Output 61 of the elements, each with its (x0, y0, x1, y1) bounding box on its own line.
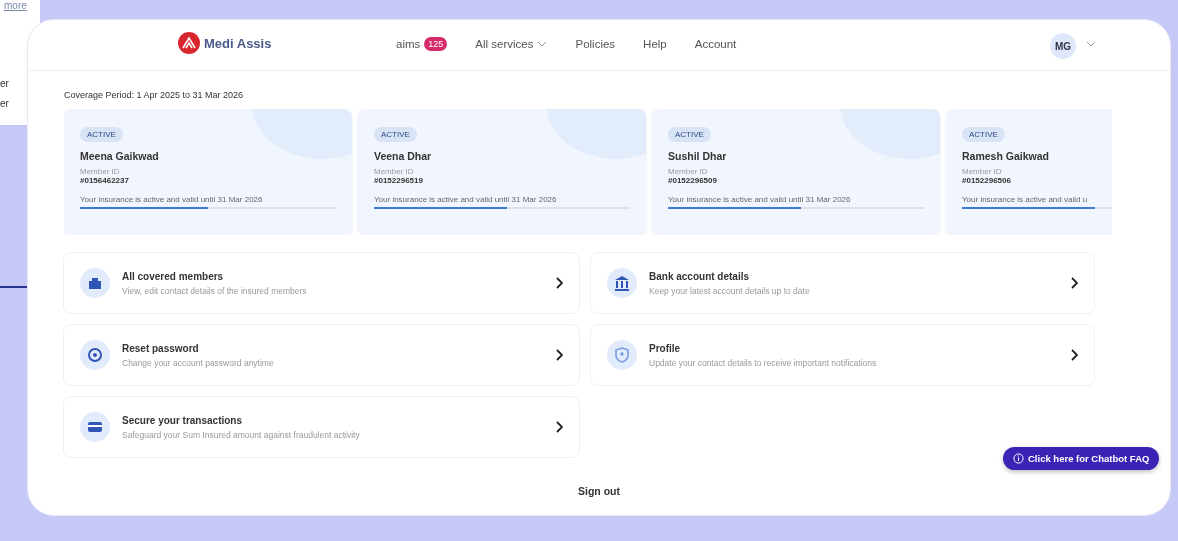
tile-subtitle: Safeguard your Sum Insured amount against fraudulent activity (122, 429, 361, 440)
member-id-label: Member ID (80, 167, 121, 176)
nav-link[interactable]: aims 125 (396, 37, 448, 51)
text-fragment: er (0, 78, 10, 89)
member-id: #0156462237 (80, 176, 130, 185)
member-name: Meena Gaikwad (80, 150, 160, 162)
avatar[interactable]: MG (1050, 33, 1076, 59)
member-id: #0152296519 (374, 176, 424, 185)
member-id: #0152296506 (962, 176, 1012, 185)
tile-title: All covered members (122, 270, 225, 282)
chevron-down-icon[interactable] (1086, 41, 1096, 47)
logo-icon (178, 32, 200, 54)
validity-text: Your insurance is active and valid u (962, 195, 1089, 204)
tile-title: Profile (649, 342, 682, 354)
tile-subtitle: View, edit contact details of the insured members (122, 285, 308, 296)
member-card[interactable]: ACTIVE Sushil Dhar Member ID #0152296509 Your insurance is active and valid until 31 Mar 2026 (652, 109, 940, 235)
chevron-right-icon (555, 349, 563, 361)
member-name: Veena Dhar (374, 150, 433, 162)
text-fragment: er (0, 98, 10, 109)
chatbot-button[interactable]: Click here for Chatbot FAQ (1003, 447, 1160, 470)
coverage-period: Coverage Period: 1 Apr 2025 to 31 Mar 2026 (64, 90, 244, 100)
status-tag: ACTIVE (668, 127, 711, 142)
member-id-label: Member ID (962, 167, 1003, 176)
nav-link[interactable]: Policies (575, 38, 616, 50)
member-card[interactable]: ACTIVE Meena Gaikwad Member ID #0156462237 Your insurance is active and valid until 31 Mar 2026 (64, 109, 352, 235)
sign-out-link[interactable]: Sign out (578, 485, 620, 497)
tile-subtitle: Change your account password anytime (122, 357, 275, 368)
validity-text: Your insurance is active and valid until 31 Mar 2026 (668, 195, 852, 204)
nav-link[interactable]: Account (694, 38, 737, 50)
menu-tile[interactable]: Profile Update your contact details to receive important notifications (590, 324, 1095, 386)
nav-link[interactable]: Help (643, 38, 667, 50)
menu-tile[interactable]: Reset password Change your account password anytime (63, 324, 580, 386)
status-tag: ACTIVE (374, 127, 417, 142)
tile-title: Reset password (122, 342, 200, 354)
tile-title: Secure your transactions (122, 414, 244, 426)
more-link[interactable]: more (4, 0, 27, 11)
member-id-label: Member ID (668, 167, 709, 176)
info-icon (1013, 453, 1024, 464)
count-badge: 125 (424, 37, 448, 51)
chevron-right-icon (555, 277, 563, 289)
member-name: Sushil Dhar (668, 150, 728, 162)
member-id-label: Member ID (374, 167, 415, 176)
tile-subtitle: Update your contact details to receive important notifications (649, 357, 878, 368)
member-name: Ramesh Gaikwad (962, 150, 1050, 162)
tile-subtitle: Keep your latest account details up to date (649, 285, 811, 296)
member-card[interactable]: ACTIVE Veena Dhar Member ID #0152296519 Your insurance is active and valid until 31 Mar 2026 (358, 109, 646, 235)
status-tag: ACTIVE (80, 127, 123, 142)
tile-title: Bank account details (649, 270, 751, 282)
menu-tile[interactable]: Secure your transactions Safeguard your Sum Insured amount against fraudulent activity (63, 396, 580, 458)
chevron-right-icon (1070, 277, 1078, 289)
menu-tile[interactable]: Bank account details Keep your latest account details up to date (590, 252, 1095, 314)
chevron-right-icon (1070, 349, 1078, 361)
member-card[interactable]: ACTIVE Ramesh Gaikwad Member ID #0152296506 Your insurance is active and valid u (946, 109, 1112, 235)
menu-tile[interactable]: All covered members View, edit contact details of the insured members (63, 252, 580, 314)
validity-text: Your insurance is active and valid until 31 Mar 2026 (374, 195, 558, 204)
nav-link[interactable]: All services (475, 38, 548, 50)
validity-text: Your insurance is active and valid until 31 Mar 2026 (80, 195, 264, 204)
chevron-right-icon (555, 421, 563, 433)
member-id: #0152296509 (668, 176, 718, 185)
status-tag: ACTIVE (962, 127, 1005, 142)
logo-text: Medi Assis (204, 35, 272, 51)
